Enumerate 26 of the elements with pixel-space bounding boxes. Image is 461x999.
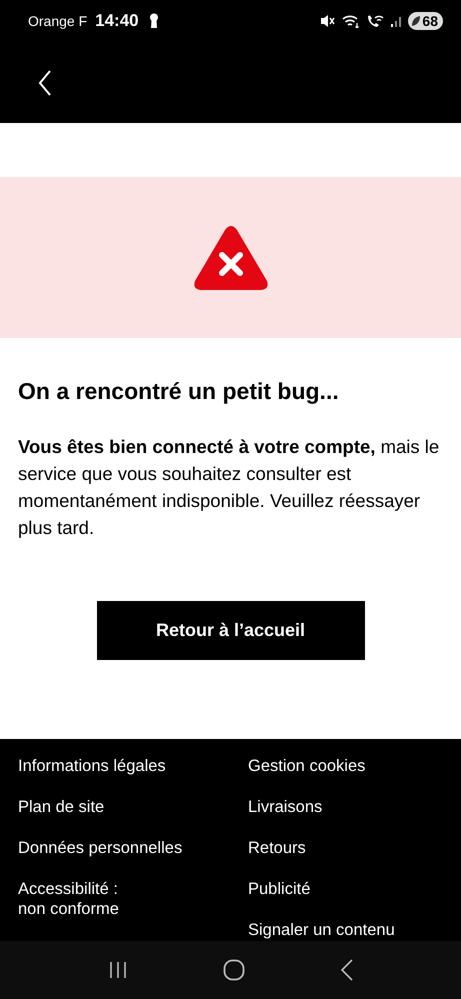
footer-link[interactable]: Accessibilité : non conforme: [18, 879, 119, 919]
footer-link[interactable]: Informations légales: [18, 756, 166, 776]
error-icon: [192, 224, 268, 290]
leaf-icon: [411, 15, 422, 27]
footer-link[interactable]: Signaler un contenu: [248, 920, 395, 940]
recent-apps-icon: [108, 961, 128, 979]
wifi-icon: [342, 14, 360, 28]
error-message: Vous êtes bien connecté à votre compte, mais le service que vous souhaitez consulter est momentanément indisponible. Veuillez réessayer plus tard.: [18, 435, 440, 540]
home-icon: [222, 959, 244, 981]
wifi-call-icon: [366, 14, 384, 28]
footer-link[interactable]: Publicité: [248, 879, 310, 899]
home-button[interactable]: Retour à l’accueil: [96, 601, 364, 660]
error-title: On a rencontré un petit bug...: [18, 378, 340, 405]
footer-link[interactable]: Données personnelles: [18, 838, 182, 858]
keyhole-icon: [148, 13, 159, 29]
back-icon: [340, 959, 354, 981]
battery-indicator: 68: [408, 12, 443, 30]
footer-link[interactable]: Livraisons: [248, 797, 322, 817]
mute-icon: [320, 14, 336, 28]
footer-link[interactable]: Plan de site: [18, 797, 104, 817]
signal-icon: [390, 15, 402, 27]
footer-link[interactable]: Retours: [248, 838, 306, 858]
clock: 14:40: [95, 11, 139, 31]
footer-link[interactable]: Gestion cookies: [248, 756, 366, 776]
carrier-name: Orange F: [28, 13, 88, 29]
back-icon: [38, 70, 52, 96]
